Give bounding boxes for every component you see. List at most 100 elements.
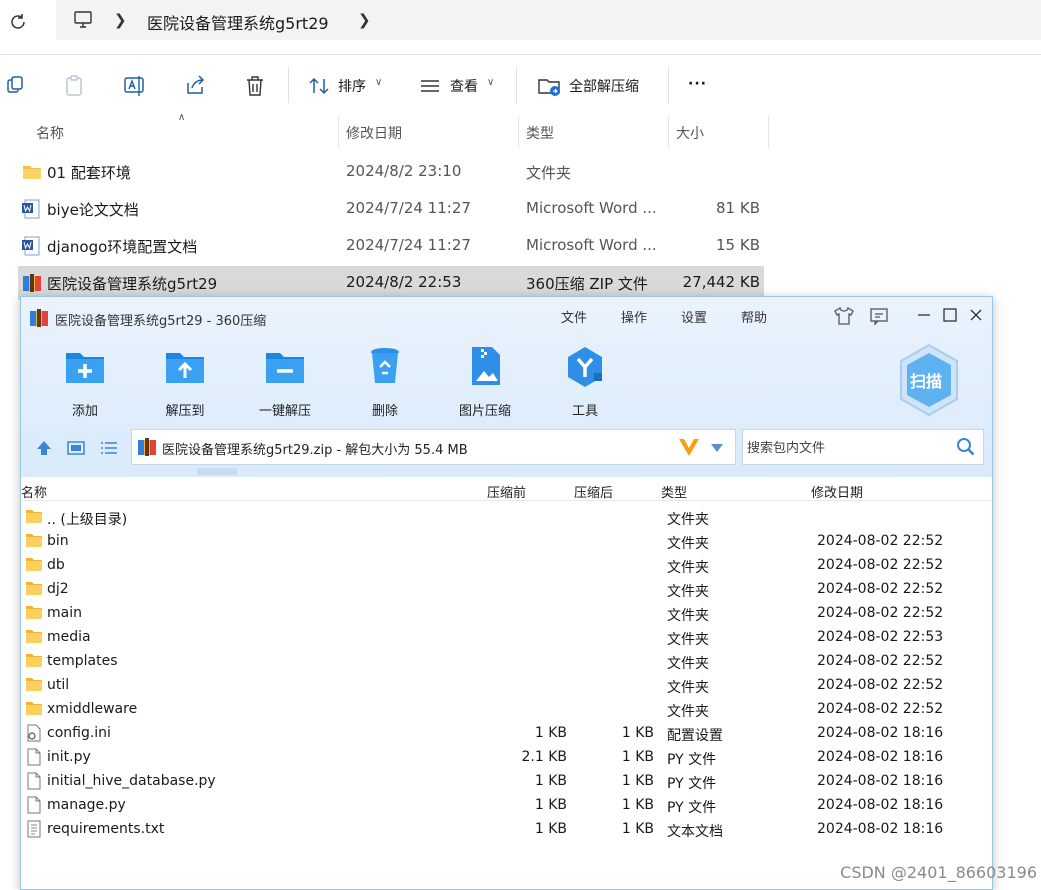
zip-item-date: 2024-08-02 22:52: [817, 653, 944, 669]
share-icon[interactable]: [178, 69, 212, 103]
skin-icon[interactable]: [833, 306, 855, 326]
view-icon[interactable]: [413, 69, 447, 103]
extract-to-button[interactable]: 解压到: [145, 345, 225, 419]
sort-icon[interactable]: [302, 69, 336, 103]
refresh-icon[interactable]: [6, 10, 30, 34]
chevron-right-icon[interactable]: ❯: [114, 11, 127, 29]
text-file-icon: [25, 820, 43, 838]
zip-list-row[interactable]: templates 文件夹 2024-08-02 22:52: [21, 649, 992, 673]
column-type[interactable]: 类型: [526, 123, 554, 143]
zip-list-row[interactable]: bin 文件夹 2024-08-02 22:52: [21, 529, 992, 553]
feedback-icon[interactable]: [869, 306, 889, 326]
zip-list-row[interactable]: manage.py 1 KB 1 KB PY 文件 2024-08-02 18:16: [21, 793, 992, 817]
tool-label: 工具: [571, 404, 598, 419]
column-date[interactable]: 修改日期: [346, 123, 402, 143]
menu-file[interactable]: 文件: [561, 307, 587, 326]
zip-list-row[interactable]: initial_hive_database.py 1 KB 1 KB PY 文件 202…: [21, 769, 992, 793]
file-row[interactable]: 01 配套环境 2024/8/2 23:10 文件夹: [18, 155, 764, 189]
zip-item-name: config.ini: [47, 725, 111, 741]
file-name: biye论文文档: [47, 201, 139, 219]
zip-item-name: .. (上级目录): [47, 512, 128, 528]
column-divider[interactable]: [768, 116, 769, 148]
file-name: 01 配套环境: [47, 164, 131, 182]
zip-list-row[interactable]: util 文件夹 2024-08-02 22:52: [21, 673, 992, 697]
file-type: 文件夹: [526, 164, 572, 182]
scan-button[interactable]: 扫描: [897, 343, 961, 417]
column-date[interactable]: 修改日期: [811, 482, 863, 501]
menu-operate[interactable]: 操作: [621, 307, 647, 326]
more-options-button[interactable]: ···: [688, 76, 707, 92]
column-divider[interactable]: [668, 116, 669, 148]
column-divider[interactable]: [338, 116, 339, 148]
word-document-icon: [22, 236, 40, 256]
dropdown-arrow-icon[interactable]: [710, 443, 724, 453]
zip-item-type: 文本文档: [667, 824, 723, 840]
column-size[interactable]: 大小: [676, 123, 704, 143]
archive-path-bar[interactable]: 医院设备管理系统g5rt29.zip - 解包大小为 55.4 MB: [131, 429, 736, 465]
zip-item-date: 2024-08-02 22:52: [817, 701, 944, 717]
breadcrumb-item-folder[interactable]: 医院设备管理系统g5rt29: [147, 10, 329, 34]
zip-item-name: util: [47, 677, 70, 693]
maximize-button[interactable]: [942, 307, 958, 323]
up-arrow-icon[interactable]: [35, 439, 53, 457]
computer-icon[interactable]: [73, 10, 93, 30]
chevron-down-icon[interactable]: ∨: [375, 77, 382, 88]
rename-icon[interactable]: [118, 69, 152, 103]
file-row-selected[interactable]: 医院设备管理系统g5rt29 2024/8/2 22:53 360压缩 ZIP …: [18, 266, 764, 300]
scroll-thumb[interactable]: [197, 468, 237, 475]
column-after[interactable]: 压缩后: [574, 482, 613, 501]
file-name: 医院设备管理系统g5rt29: [47, 275, 218, 293]
zip-list-row[interactable]: config.ini 1 KB 1 KB 配置设置 2024-08-02 18:16: [21, 721, 992, 745]
zip-list-row[interactable]: media 文件夹 2024-08-02 22:53: [21, 625, 992, 649]
zip-item-type: 文件夹: [667, 704, 709, 720]
view-button[interactable]: 查看: [450, 76, 478, 96]
copy-icon[interactable]: [0, 69, 34, 103]
thumbnail-view-icon[interactable]: [66, 439, 86, 457]
close-button[interactable]: [968, 307, 984, 323]
zip-item-name: initial_hive_database.py: [47, 773, 216, 789]
add-button[interactable]: 添加: [45, 345, 125, 419]
file-icon: [25, 772, 43, 790]
sort-button[interactable]: 排序: [338, 76, 366, 96]
add-folder-icon: [64, 345, 106, 387]
column-before[interactable]: 压缩前: [487, 482, 526, 501]
menu-settings[interactable]: 设置: [681, 307, 707, 326]
tool-label: 删除: [371, 404, 398, 419]
chevron-down-icon[interactable]: ∨: [487, 77, 494, 88]
extract-archive-icon[interactable]: [532, 69, 566, 103]
minimize-button[interactable]: [916, 307, 932, 323]
search-icon[interactable]: [956, 437, 976, 457]
extract-folder-icon: [164, 345, 206, 387]
file-row[interactable]: djanogo环境配置文档 2024/7/24 11:27 Microsoft …: [18, 229, 764, 263]
zip-list-row[interactable]: .. (上级目录) 文件夹: [21, 505, 992, 529]
zip-list-row[interactable]: dj2 文件夹 2024-08-02 22:52: [21, 577, 992, 601]
image-compress-button[interactable]: 图片压缩: [445, 345, 525, 419]
zip-list-row[interactable]: db 文件夹 2024-08-02 22:52: [21, 553, 992, 577]
search-box[interactable]: [742, 429, 984, 465]
tools-button[interactable]: 工具: [545, 345, 625, 419]
watermark: CSDN @2401_86603196: [840, 863, 1037, 882]
column-divider[interactable]: [518, 116, 519, 148]
breadcrumb[interactable]: ❯ 医院设备管理系统g5rt29 ❯: [56, 0, 1041, 40]
search-input[interactable]: [747, 438, 947, 458]
column-name[interactable]: 名称: [21, 482, 47, 501]
file-icon: [25, 796, 43, 814]
delete-icon[interactable]: [238, 69, 272, 103]
file-row[interactable]: biye论文文档 2024/7/24 11:27 Microsoft Word …: [18, 192, 764, 226]
extract-all-button[interactable]: 全部解压缩: [569, 76, 639, 96]
toolbar-divider: [668, 67, 669, 103]
zip-list-row[interactable]: main 文件夹 2024-08-02 22:52: [21, 601, 992, 625]
delete-button[interactable]: 删除: [345, 345, 425, 419]
zip-list-row[interactable]: requirements.txt 1 KB 1 KB 文本文档 2024-08-02 1…: [21, 817, 992, 841]
zip-list-row[interactable]: xmiddleware 文件夹 2024-08-02 22:52: [21, 697, 992, 721]
column-name[interactable]: 名称: [36, 123, 64, 143]
zip-item-date: 2024-08-02 22:53: [817, 629, 944, 645]
paste-icon[interactable]: [58, 69, 92, 103]
column-type[interactable]: 类型: [661, 482, 687, 501]
zip-list-row[interactable]: init.py 2.1 KB 1 KB PY 文件 2024-08-02 18:16: [21, 745, 992, 769]
zip-item-after: 1 KB: [621, 773, 654, 789]
one-click-extract-button[interactable]: 一键解压: [245, 345, 325, 419]
chevron-right-icon[interactable]: ❯: [358, 11, 371, 29]
list-view-icon[interactable]: [99, 439, 119, 457]
menu-help[interactable]: 帮助: [741, 307, 767, 326]
